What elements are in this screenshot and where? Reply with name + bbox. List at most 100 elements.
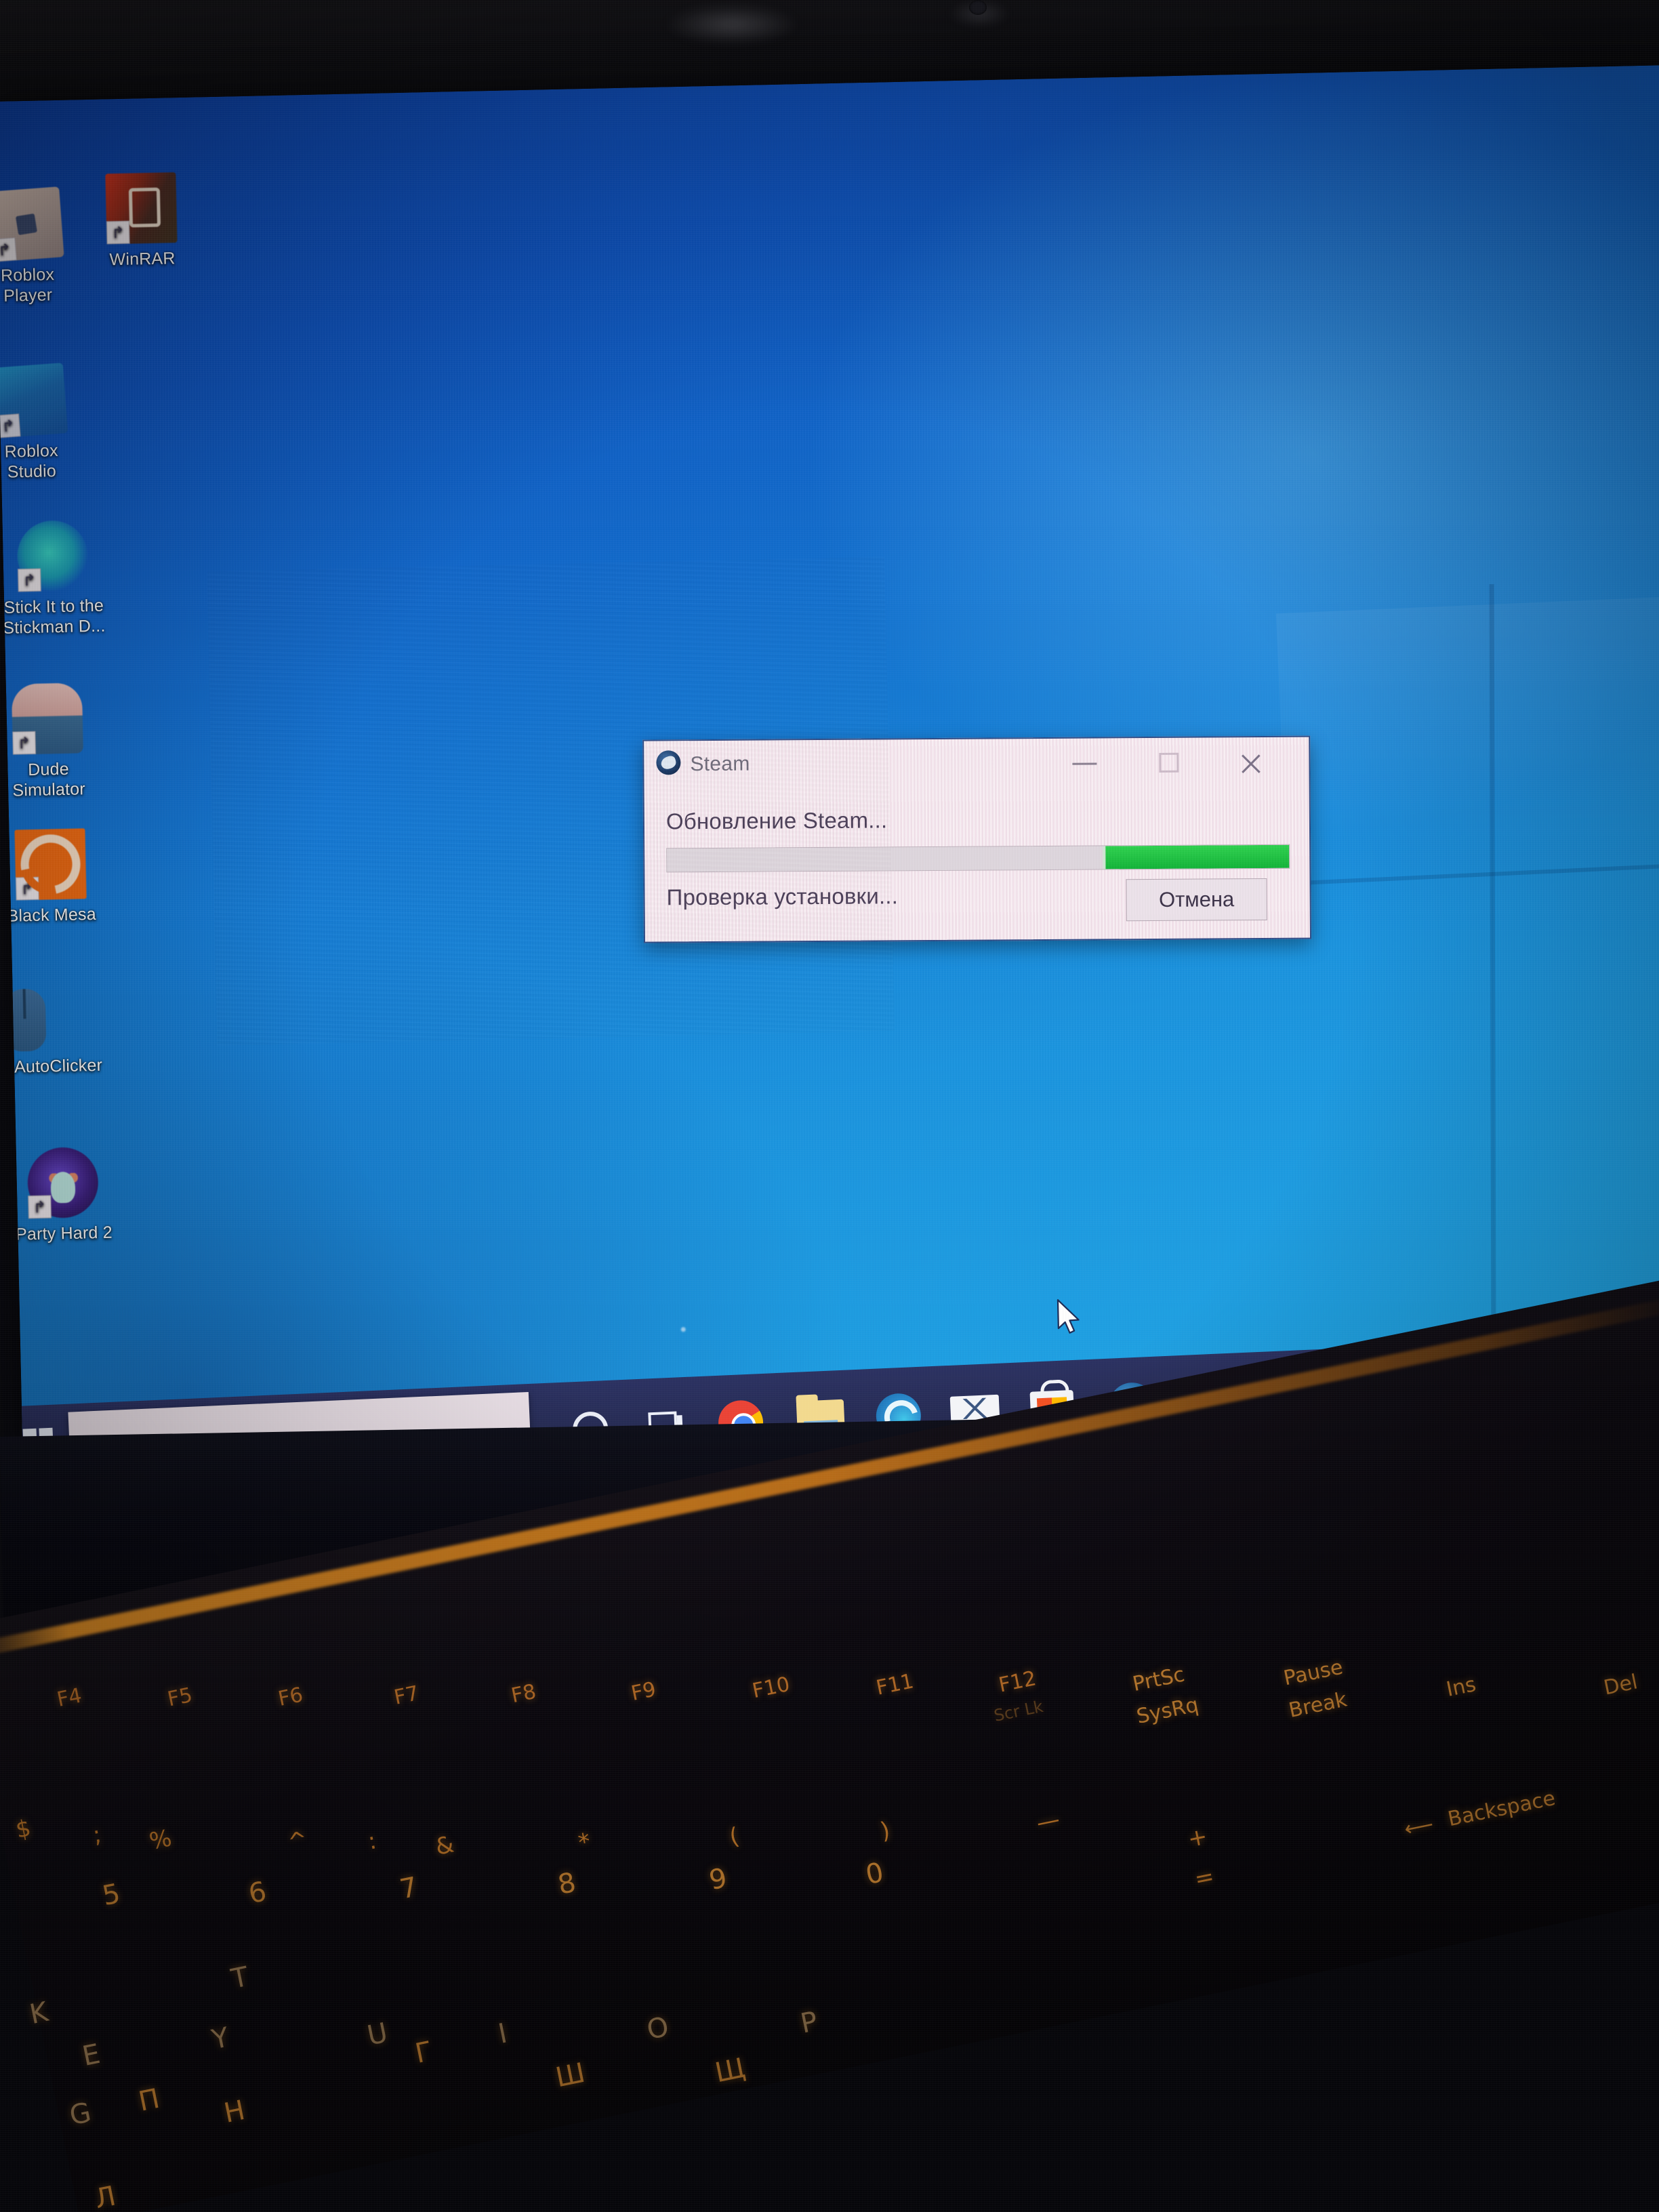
desktop-icon-clipped-left-4[interactable]: am: [0, 996, 8, 1095]
maximize-button[interactable]: [1142, 745, 1196, 780]
desktop-icon-roblox-studio[interactable]: ↱ Roblox Studio: [0, 363, 100, 483]
key-asterisk[interactable]: *: [576, 1828, 593, 1857]
desktop-icon-label-2: Player: [3, 285, 53, 306]
desktop-icon-stickman[interactable]: ↱ Stick It to the Stickman D...: [0, 519, 132, 639]
key-7[interactable]: 7: [397, 1871, 420, 1905]
key-cyrillic-en[interactable]: Н: [222, 2095, 248, 2129]
key-k[interactable]: K: [27, 1996, 51, 2030]
dude-bust-icon: ↱: [11, 682, 84, 755]
key-semicolon[interactable]: ;: [91, 1821, 104, 1849]
key-equals[interactable]: =: [1192, 1863, 1216, 1893]
dialog-title-bar[interactable]: Steam: [644, 737, 1309, 785]
key-f7[interactable]: F7: [392, 1681, 421, 1710]
key-f10[interactable]: F10: [750, 1673, 792, 1703]
desktop-icon-label-2: Simulator: [12, 779, 86, 800]
minimize-button[interactable]: [1057, 745, 1111, 780]
desktop-icon-label-2: er: [0, 787, 9, 811]
update-status-heading: Обновление Steam...: [665, 807, 888, 834]
key-5[interactable]: 5: [100, 1878, 123, 1912]
key-o[interactable]: O: [644, 2011, 672, 2046]
key-backspace[interactable]: Backspace: [1446, 1786, 1557, 1831]
key-p[interactable]: P: [798, 2006, 820, 2040]
steam-update-dialog: Steam Обновление Steam... Проверка устан…: [642, 735, 1311, 943]
close-button[interactable]: [1223, 744, 1277, 779]
backspace-arrow-icon: ⟵: [1402, 1812, 1436, 1842]
key-8[interactable]: 8: [555, 1867, 578, 1901]
key-paren-close[interactable]: ): [878, 1817, 893, 1845]
key-f9[interactable]: F9: [629, 1677, 658, 1706]
key-0[interactable]: 0: [863, 1857, 886, 1891]
party-hard-face-icon: ↱: [26, 1147, 99, 1219]
steam-logo-icon: [656, 750, 681, 775]
key-pause[interactable]: Pause: [1282, 1656, 1345, 1691]
desktop-icon-label: ERHOT: [0, 1225, 17, 1248]
desktop-icon-autoclicker[interactable]: AutoClicker: [0, 987, 126, 1078]
key-u[interactable]: U: [365, 2018, 390, 2052]
roblox-tile-icon: ↱: [0, 186, 64, 262]
key-f6[interactable]: F6: [276, 1683, 305, 1711]
key-f5[interactable]: F5: [165, 1683, 194, 1712]
key-9[interactable]: 9: [707, 1862, 730, 1896]
key-f8[interactable]: F8: [509, 1680, 538, 1708]
mouse-cursor-icon: [1055, 1298, 1083, 1336]
key-paren-open[interactable]: (: [727, 1822, 741, 1851]
shortcut-arrow-icon: ↱: [0, 237, 17, 262]
key-cyrillic-sha[interactable]: Ш: [553, 2057, 588, 2094]
shortcut-arrow-icon: ↱: [12, 731, 37, 755]
shortcut-arrow-icon: ↱: [106, 220, 130, 245]
key-f11[interactable]: F11: [874, 1669, 916, 1700]
desktop-icon-clipped-left-3[interactable]: rd: [0, 840, 8, 939]
desktop-icon-superhot[interactable]: ERHOT: [0, 1149, 17, 1248]
key-print-screen[interactable]: PrtSc: [1130, 1662, 1187, 1696]
key-insert[interactable]: Ins: [1444, 1673, 1478, 1702]
update-status-substatus: Проверка установки...: [666, 883, 899, 910]
mouse-icon: [3, 988, 47, 1052]
key-e[interactable]: E: [80, 2039, 103, 2072]
key-ampersand[interactable]: &: [433, 1830, 456, 1860]
key-f12[interactable]: F12: [997, 1666, 1038, 1697]
close-icon: [1238, 752, 1263, 776]
key-colon[interactable]: :: [366, 1827, 379, 1855]
desktop-icon-label-2: Studio: [7, 462, 57, 482]
key-dash[interactable]: —: [1034, 1805, 1062, 1837]
minimize-icon: [1072, 762, 1097, 765]
desktop-icon-dude-simulator[interactable]: ↱ Dude Simulator: [0, 682, 117, 801]
key-g[interactable]: G: [67, 2097, 94, 2131]
update-progress-bar: [666, 844, 1290, 873]
key-caret[interactable]: ^: [285, 1826, 310, 1856]
desktop-icon-label: am: [0, 1072, 8, 1095]
key-cyrillic-pe[interactable]: Л: [92, 2180, 119, 2212]
key-cyrillic-n[interactable]: П: [136, 2083, 163, 2118]
key-f4[interactable]: F4: [55, 1683, 84, 1712]
key-delete[interactable]: Del: [1601, 1670, 1639, 1700]
key-sysrq[interactable]: SysRq: [1134, 1693, 1200, 1729]
wallpaper-pane-highlight: [1275, 595, 1659, 885]
key-percent[interactable]: %: [147, 1824, 174, 1856]
stickman-splash-icon: ↱: [16, 520, 89, 592]
desktop-icon-label: rve: [0, 767, 8, 790]
desktop-icon-winrar[interactable]: ↱ WinRAR: [73, 171, 210, 270]
desktop-icon-label: Black Mesa: [7, 904, 97, 926]
desktop-icon-label: AutoClicker: [14, 1055, 103, 1077]
desktop-icon-label: Party Hard 2: [15, 1223, 113, 1244]
bezel-light-glint: [664, 4, 800, 45]
key-6[interactable]: 6: [246, 1876, 269, 1910]
key-break[interactable]: Break: [1287, 1687, 1349, 1723]
black-mesa-lambda-icon: ↱: [14, 828, 87, 901]
key-y[interactable]: Y: [209, 2022, 232, 2055]
roblox-studio-icon: ↱: [0, 363, 68, 438]
key-dollar[interactable]: $: [14, 1814, 33, 1844]
cancel-button[interactable]: Отмена: [1126, 878, 1267, 922]
key-i[interactable]: I: [495, 2018, 510, 2049]
shortcut-arrow-icon: ↱: [0, 413, 21, 438]
desktop-icon-label: rd: [0, 916, 8, 939]
desktop-icon-party-hard-2[interactable]: ↱ Party Hard 2: [0, 1146, 132, 1245]
key-t[interactable]: T: [228, 1961, 251, 1995]
key-scroll-lock[interactable]: Scr Lk: [992, 1697, 1044, 1725]
key-plus[interactable]: +: [1185, 1823, 1210, 1853]
key-cyrillic-shcha[interactable]: Щ: [712, 2053, 747, 2089]
key-cyrillic-ghe[interactable]: Г: [413, 2036, 435, 2070]
desktop-icon-black-mesa[interactable]: ↱ Black Mesa: [0, 827, 120, 926]
shortcut-arrow-icon: ↱: [15, 876, 39, 901]
shortcut-arrow-icon: ↱: [28, 1195, 52, 1219]
